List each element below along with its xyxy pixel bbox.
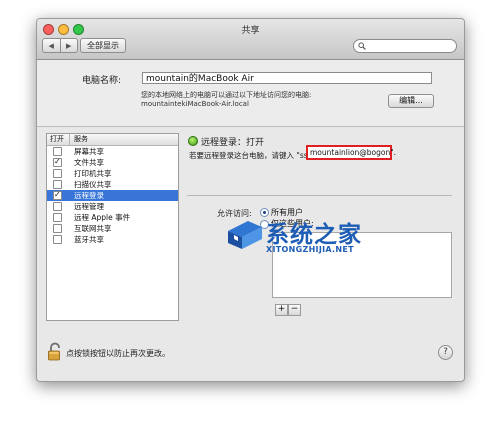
service-checkbox[interactable] (53, 235, 62, 244)
service-label: 蓝牙共享 (74, 235, 104, 244)
service-row-file-sharing[interactable]: 文件共享 (47, 156, 178, 168)
service-checkbox[interactable] (53, 169, 62, 178)
status-indicator-icon (188, 136, 198, 146)
lock-icon[interactable] (47, 342, 63, 365)
remove-user-button[interactable]: − (288, 304, 301, 316)
ssh-address-highlight: mountainlion@bogon". (306, 145, 396, 160)
service-row-internet-sharing[interactable]: 互联网共享 (47, 223, 178, 234)
lock-text: 点按锁按钮以防止再次更改。 (66, 349, 170, 358)
service-checkbox[interactable] (53, 180, 62, 189)
service-checkbox[interactable] (53, 213, 62, 222)
computer-name-description: 您的本地网络上的电脑可以通过以下地址访问您的电脑: (141, 91, 312, 99)
service-checkbox[interactable] (53, 202, 62, 211)
search-icon (358, 42, 366, 50)
service-row-remote-management[interactable]: 远程管理 (47, 201, 178, 212)
service-label: 文件共享 (74, 158, 104, 167)
header-on[interactable]: 打开 (50, 134, 64, 145)
service-status: 远程登录：打开 (201, 138, 265, 148)
service-checkbox[interactable] (53, 189, 62, 200)
forward-button[interactable]: ▶ (59, 39, 78, 52)
service-checkbox[interactable] (53, 224, 62, 233)
add-user-button[interactable]: + (275, 304, 288, 316)
service-label: 远程登录 (74, 191, 104, 200)
nav-segment: ◀ ▶ (42, 38, 78, 53)
services-header: 打开 服务 (47, 134, 178, 146)
service-row-remote-apple-events[interactable]: 远程 Apple 事件 (47, 212, 178, 223)
computer-name-field[interactable]: mountain的MacBook Air (142, 72, 432, 84)
sharing-window: 共享 ◀ ▶ 全部显示 电脑名称: mountain的MacBook Air 您… (36, 18, 465, 382)
service-checkbox[interactable] (53, 147, 62, 156)
watermark-url: XITONGZHIJIA.NET (266, 245, 354, 254)
section-divider (187, 195, 452, 196)
search-input[interactable] (353, 39, 457, 53)
edit-button[interactable]: 编辑... (388, 94, 434, 108)
service-row-scanner-sharing[interactable]: 扫描仪共享 (47, 179, 178, 190)
window-title: 共享 (241, 26, 260, 36)
service-row-printer-sharing[interactable]: 打印机共享 (47, 168, 178, 179)
help-button[interactable]: ? (438, 345, 453, 360)
watermark-name: 系统之家 (266, 222, 362, 248)
computer-name-section: 电脑名称: mountain的MacBook Air 您的本地网络上的电脑可以通… (37, 60, 464, 127)
title-bar: 共享 ◀ ▶ 全部显示 (37, 19, 464, 60)
service-checkbox[interactable] (53, 156, 62, 167)
service-label: 打印机共享 (74, 169, 112, 178)
connect-instructions: 若要远程登录这台电脑，请键入 "ssh (189, 151, 313, 160)
services-list: 打开 服务 屏幕共享 文件共享 打印机共享 扫描仪共享 远程登录 远程管理 远程… (46, 133, 179, 321)
service-label: 远程管理 (74, 202, 104, 211)
watermark-icon (228, 221, 262, 249)
service-label: 远程 Apple 事件 (74, 213, 131, 222)
back-button[interactable]: ◀ (43, 39, 60, 52)
header-service[interactable]: 服务 (69, 134, 88, 145)
computer-name-label: 电脑名称: (82, 76, 122, 86)
service-row-screen-sharing[interactable]: 屏幕共享 (47, 146, 178, 157)
local-hostname: mountaintekiMacBook-Air.local (141, 100, 249, 108)
service-label: 互联网共享 (74, 224, 112, 233)
service-label: 扫描仪共享 (74, 180, 112, 189)
show-all-button[interactable]: 全部显示 (80, 38, 126, 53)
service-row-bluetooth-sharing[interactable]: 蓝牙共享 (47, 234, 178, 245)
service-label: 屏幕共享 (74, 147, 104, 156)
service-row-remote-login[interactable]: 远程登录 (47, 189, 178, 201)
watermark-logo: 系统之家 XITONGZHIJIA.NET (226, 215, 386, 270)
